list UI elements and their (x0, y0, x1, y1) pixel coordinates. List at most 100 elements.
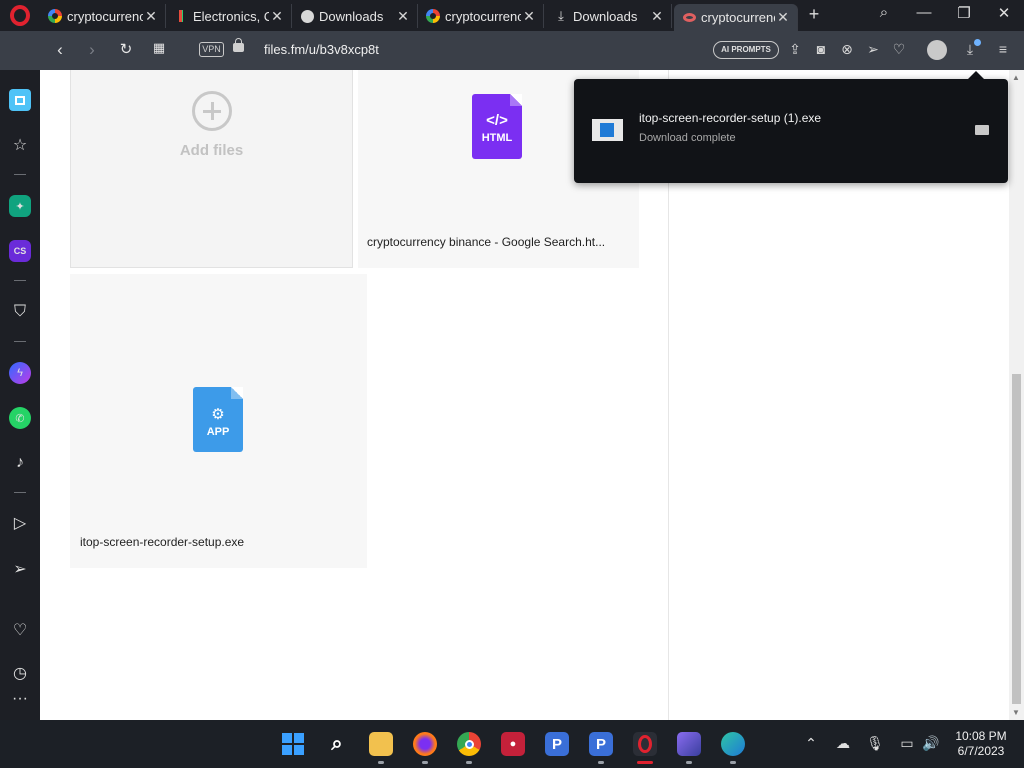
close-icon[interactable]: ✕ (143, 8, 159, 25)
share-icon[interactable]: ⇪ (786, 41, 804, 58)
chatgpt-icon[interactable]: ✦ (9, 195, 31, 217)
tab-5[interactable]: ⤓ Downloads ✕ (546, 4, 672, 28)
google-icon (426, 9, 440, 23)
address-bar: ‹ › ↻ ▦ VPN files.fm/u/b3v8xcp8t AI PROM… (0, 31, 1024, 70)
tab-4[interactable]: cryptocurrenc ✕ (418, 4, 544, 28)
app-file-icon: ⚙ APP (193, 387, 243, 452)
download-indicator-dot (974, 39, 981, 46)
window-close-icon[interactable]: ✕ (992, 4, 1016, 22)
tab-title: cryptocurrenc (67, 8, 143, 24)
restore-icon[interactable]: ❐ (952, 4, 976, 22)
system-clock[interactable]: 10:08 PM 6/7/2023 (951, 729, 1011, 759)
tab-grid-icon[interactable]: ▦ (148, 40, 170, 56)
player-icon[interactable]: ▷ (9, 512, 31, 534)
bookmarks-icon[interactable]: ☆ (9, 134, 31, 156)
tab-1[interactable]: cryptocurrenc ✕ (40, 4, 166, 28)
home-icon[interactable] (9, 89, 31, 111)
close-icon[interactable]: ✕ (395, 8, 411, 25)
file-type-label: HTML (481, 132, 513, 144)
close-icon[interactable]: ✕ (649, 8, 665, 25)
microphone-icon[interactable]: 🎙 (865, 735, 885, 752)
close-icon[interactable]: ✕ (775, 9, 791, 26)
send-icon[interactable]: ➢ (864, 41, 882, 58)
store-icon (174, 9, 188, 23)
tab-title: Electronics, C (193, 8, 269, 24)
search-icon[interactable]: ⌕ (325, 732, 349, 756)
download-filename[interactable]: itop-screen-recorder-setup (1).exe (639, 111, 821, 125)
volume-icon[interactable]: 🔊 (921, 735, 941, 752)
new-tab-icon[interactable]: + (804, 4, 824, 25)
back-icon[interactable]: ‹ (49, 40, 71, 60)
tab-6-active[interactable]: cryptocurrenc ✕ (674, 4, 798, 31)
screen-recorder-icon[interactable]: ● (501, 732, 525, 756)
edge-icon[interactable] (721, 732, 745, 756)
chrome-icon[interactable] (457, 732, 481, 756)
more-icon[interactable]: ··· (9, 688, 31, 710)
windows-start-icon[interactable] (281, 732, 305, 756)
firefox-icon[interactable] (413, 732, 437, 756)
html-file-icon: </> HTML (472, 94, 522, 159)
file-card-app[interactable]: ⚙ APP itop-screen-recorder-setup.exe (70, 274, 367, 568)
shopping-icon[interactable]: ⛉ (9, 301, 31, 323)
tab-title: Downloads (573, 8, 638, 24)
file-explorer-icon[interactable] (369, 732, 393, 756)
pinboard-heart-icon[interactable]: ♡ (9, 619, 31, 641)
close-icon[interactable]: ✕ (521, 8, 537, 25)
download-status: Download complete (639, 132, 736, 144)
add-files-card[interactable]: Add files (70, 70, 353, 268)
messenger-icon[interactable]: ϟ (9, 362, 31, 384)
scroll-thumb[interactable] (1012, 374, 1021, 704)
globe-icon (300, 9, 314, 23)
onedrive-icon[interactable]: ☁ (833, 735, 853, 752)
exe-file-icon (592, 119, 623, 141)
scrollbar[interactable]: ▲ ▼ (1009, 70, 1024, 720)
tab-3[interactable]: Downloads ✕ (292, 4, 418, 28)
tab-strip: cryptocurrenc ✕ Electronics, C ✕ Downloa… (0, 0, 1024, 31)
app-p-icon[interactable]: P (545, 732, 569, 756)
tab-title: cryptocurrenc (701, 10, 775, 25)
reload-icon[interactable]: ↻ (115, 40, 137, 58)
tiktok-icon[interactable]: ♪ (9, 452, 31, 474)
app-p2-icon[interactable]: P (589, 732, 613, 756)
file-name[interactable]: cryptocurrency binance - Google Search.h… (367, 235, 605, 249)
close-icon[interactable]: ✕ (269, 8, 285, 25)
chatsonic-icon[interactable]: CS (9, 240, 31, 262)
whatsapp-icon[interactable]: ✆ (9, 407, 31, 429)
popup-caret (968, 71, 984, 79)
url-field[interactable]: files.fm/u/b3v8xcp8t (264, 42, 379, 57)
chevron-up-icon[interactable]: ⌃ (801, 735, 821, 752)
opera-taskbar-icon[interactable] (633, 732, 657, 756)
sidebar: ☆ ✦ CS ⛉ ϟ ✆ ♪ ▷ ➢ ♡ ◷ ··· (0, 70, 40, 720)
profile-avatar[interactable] (927, 40, 947, 60)
camera-icon[interactable]: ◙ (812, 41, 830, 57)
google-icon (48, 9, 62, 23)
file-name[interactable]: itop-screen-recorder-setup.exe (80, 535, 244, 549)
tab-2[interactable]: Electronics, C ✕ (166, 4, 292, 28)
add-files-label: Add files (179, 142, 244, 159)
download-popup: itop-screen-recorder-setup (1).exe Downl… (574, 79, 1008, 183)
network-icon[interactable]: ▭ (897, 735, 917, 752)
vpn-badge[interactable]: VPN (199, 42, 224, 57)
history-icon[interactable]: ◷ (9, 662, 31, 684)
heart-icon[interactable]: ♡ (890, 41, 908, 58)
browser-window: cryptocurrenc ✕ Electronics, C ✕ Downloa… (0, 0, 1024, 768)
opera-tab-icon (682, 11, 696, 25)
ai-prompts-button[interactable]: AI PROMPTS (713, 41, 779, 59)
easy-setup-icon[interactable]: ≡ (994, 41, 1012, 57)
clock-date: 6/7/2023 (957, 744, 1005, 758)
folder-icon[interactable] (975, 125, 989, 135)
adblock-icon[interactable]: ⊗ (838, 41, 856, 58)
forward-icon[interactable]: › (81, 40, 103, 60)
download-icon: ⤓ (558, 8, 564, 23)
add-icon (192, 91, 232, 131)
search-tabs-icon[interactable]: ⌕ (872, 4, 896, 21)
lock-icon[interactable] (233, 38, 244, 52)
minimize-icon[interactable]: — (912, 4, 936, 21)
file-type-label: APP (206, 426, 230, 438)
tab-title: Downloads (319, 8, 384, 24)
clock-time: 10:08 PM (955, 729, 1007, 743)
opera-logo-icon[interactable] (10, 5, 30, 26)
clapper-icon[interactable] (677, 732, 701, 756)
flow-icon[interactable]: ➢ (9, 558, 31, 580)
file-symbol: </> (486, 112, 508, 129)
